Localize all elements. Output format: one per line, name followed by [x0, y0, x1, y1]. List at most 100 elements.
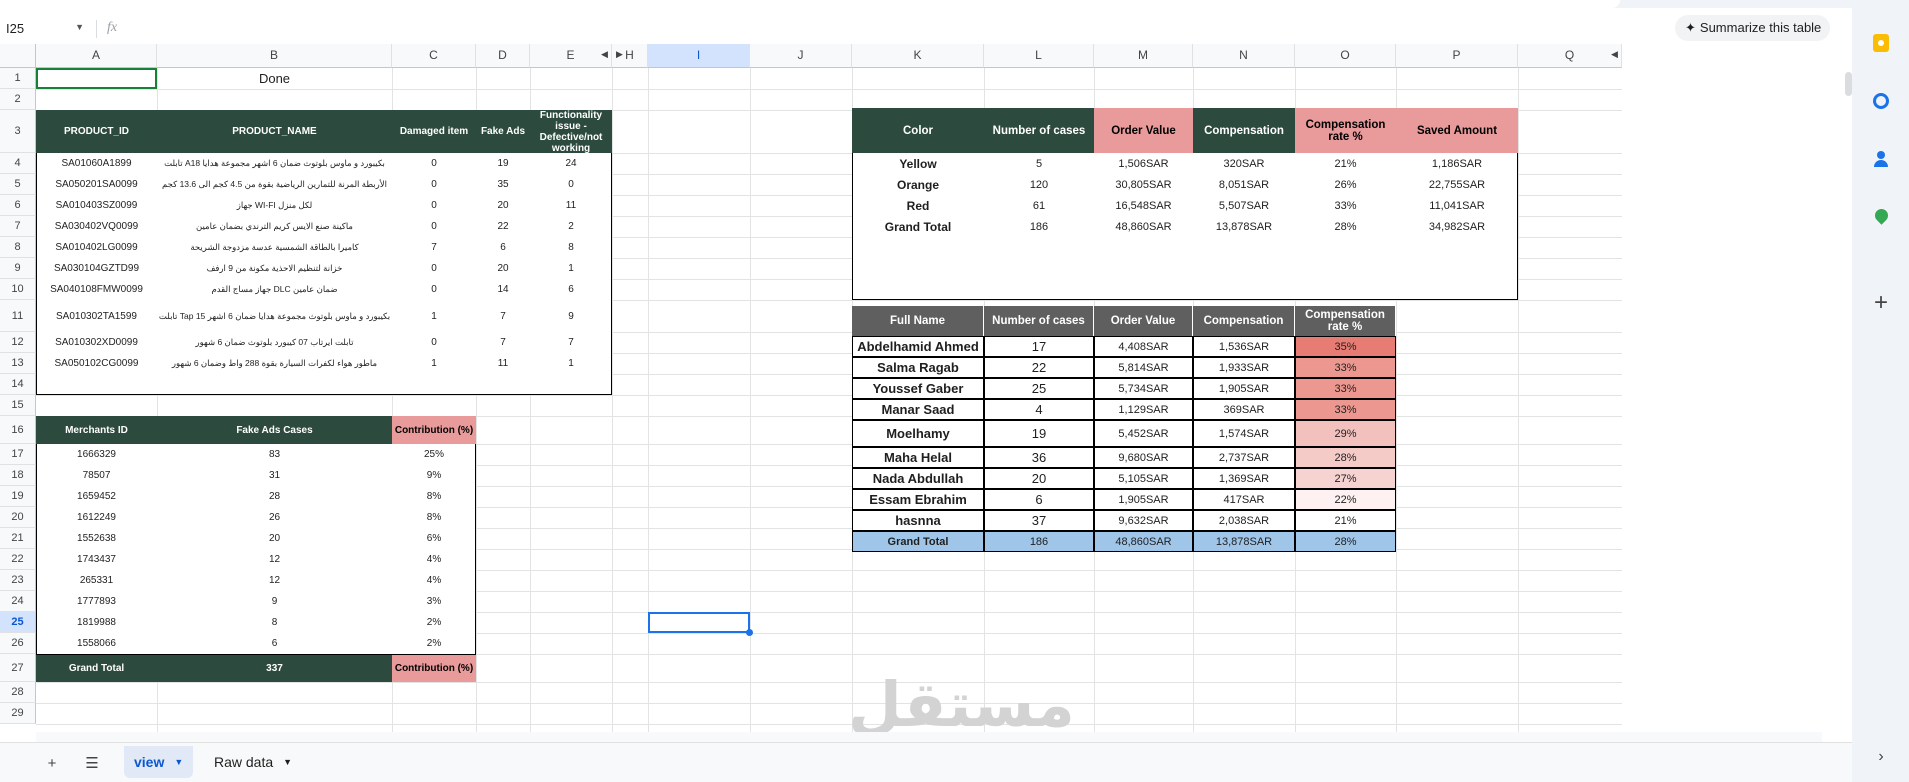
- merchants-cell[interactable]: 6%: [392, 528, 476, 549]
- products-cell[interactable]: SA030402VQ0099: [36, 216, 157, 237]
- row-header-28[interactable]: 28: [0, 682, 36, 703]
- names-cell[interactable]: 5,105SAR: [1094, 468, 1193, 489]
- merchants-cell[interactable]: 31: [157, 465, 392, 486]
- names-cell[interactable]: 33%: [1295, 357, 1396, 378]
- chevron-down-icon[interactable]: ▼: [174, 757, 183, 767]
- names-cell[interactable]: 27%: [1295, 468, 1396, 489]
- cell-b1[interactable]: Done: [157, 68, 392, 89]
- products-cell[interactable]: 14: [476, 279, 530, 300]
- chevron-down-icon[interactable]: ▼: [283, 757, 292, 767]
- vertical-scroll-thumb[interactable]: [1845, 72, 1852, 96]
- names-cell[interactable]: Abdelhamid Ahmed: [852, 336, 984, 357]
- add-icon[interactable]: +: [1870, 291, 1892, 315]
- color-cell[interactable]: 16,548SAR: [1094, 195, 1193, 216]
- names-cell[interactable]: 17: [984, 336, 1094, 357]
- merchants-cell[interactable]: 9: [157, 591, 392, 612]
- color-cell[interactable]: 120: [984, 174, 1094, 195]
- column-header-Q[interactable]: Q: [1518, 44, 1622, 68]
- merchants-cell[interactable]: 83: [157, 444, 392, 465]
- products-cell[interactable]: 6: [530, 279, 612, 300]
- names-cell[interactable]: Manar Saad: [852, 399, 984, 420]
- products-cell[interactable]: 35: [476, 174, 530, 195]
- column-header-I[interactable]: I: [648, 44, 750, 68]
- column-header-E[interactable]: E: [530, 44, 612, 68]
- column-header-O[interactable]: O: [1295, 44, 1396, 68]
- scroll-left-arrow[interactable]: ◀: [1611, 49, 1618, 60]
- products-cell[interactable]: 1: [530, 353, 612, 374]
- column-header-L[interactable]: L: [984, 44, 1094, 68]
- row-header-15[interactable]: 15: [0, 395, 36, 416]
- products-cell[interactable]: 1: [392, 300, 476, 332]
- color-cell[interactable]: 61: [984, 195, 1094, 216]
- row-header-5[interactable]: 5: [0, 174, 36, 195]
- names-cell[interactable]: 20: [984, 468, 1094, 489]
- products-cell[interactable]: 6: [476, 237, 530, 258]
- row-header-1[interactable]: 1: [0, 68, 36, 89]
- names-cell[interactable]: 4: [984, 399, 1094, 420]
- row-header-26[interactable]: 26: [0, 633, 36, 654]
- merchants-cell[interactable]: 1819988: [36, 612, 157, 633]
- products-cell[interactable]: 0: [392, 332, 476, 353]
- products-cell[interactable]: ماطور هواء لكفرات السيارة بقوة 288 واط و…: [157, 353, 392, 374]
- names-cell[interactable]: 19: [984, 420, 1094, 447]
- names-cell[interactable]: Essam Ebrahim: [852, 489, 984, 510]
- names-cell[interactable]: Maha Helal: [852, 447, 984, 468]
- row-header-9[interactable]: 9: [0, 258, 36, 279]
- merchants-cell[interactable]: 78507: [36, 465, 157, 486]
- contacts-icon[interactable]: [1870, 148, 1892, 170]
- row-header-23[interactable]: 23: [0, 570, 36, 591]
- merchants-cell[interactable]: 6: [157, 633, 392, 654]
- products-cell[interactable]: 7: [476, 332, 530, 353]
- products-cell[interactable]: 20: [476, 195, 530, 216]
- row-header-25[interactable]: 25: [0, 612, 36, 633]
- color-cell[interactable]: 48,860SAR: [1094, 216, 1193, 237]
- color-cell[interactable]: 5,507SAR: [1193, 195, 1295, 216]
- row-header-29[interactable]: 29: [0, 703, 36, 724]
- names-total-cell[interactable]: 28%: [1295, 531, 1396, 552]
- products-cell[interactable]: 7: [530, 332, 612, 353]
- row-header-17[interactable]: 17: [0, 444, 36, 465]
- names-cell[interactable]: 417SAR: [1193, 489, 1295, 510]
- merchants-cell[interactable]: 3%: [392, 591, 476, 612]
- names-cell[interactable]: 4,408SAR: [1094, 336, 1193, 357]
- row-header-8[interactable]: 8: [0, 237, 36, 258]
- color-cell[interactable]: 11,041SAR: [1396, 195, 1518, 216]
- hidden-cols-right-arrow[interactable]: ▶: [616, 49, 623, 60]
- products-cell[interactable]: 19: [476, 153, 530, 174]
- column-header-A[interactable]: A: [36, 44, 157, 68]
- products-cell[interactable]: SA030104GZTD99: [36, 258, 157, 279]
- merchants-cell[interactable]: 1558066: [36, 633, 157, 654]
- column-header-J[interactable]: J: [750, 44, 852, 68]
- products-cell[interactable]: الأربطة المرنة للتمارين الرياضية بقوة من…: [157, 174, 392, 195]
- row-header-4[interactable]: 4: [0, 153, 36, 174]
- products-cell[interactable]: 1: [392, 353, 476, 374]
- products-cell[interactable]: جهاز WI-FI لكل منزل: [157, 195, 392, 216]
- row-header-2[interactable]: 2: [0, 89, 36, 110]
- products-cell[interactable]: 8: [530, 237, 612, 258]
- merchants-cell[interactable]: 8%: [392, 486, 476, 507]
- products-cell[interactable]: جهاز مساج القدم DLC ضمان عامين: [157, 279, 392, 300]
- names-cell[interactable]: 1,129SAR: [1094, 399, 1193, 420]
- products-cell[interactable]: 0: [392, 279, 476, 300]
- products-cell[interactable]: 11: [530, 195, 612, 216]
- names-cell[interactable]: 9,632SAR: [1094, 510, 1193, 531]
- tasks-icon[interactable]: [1870, 90, 1892, 112]
- names-cell[interactable]: 29%: [1295, 420, 1396, 447]
- row-header-11[interactable]: 11: [0, 300, 36, 332]
- color-cell[interactable]: 21%: [1295, 153, 1396, 174]
- merchants-cell[interactable]: 1659452: [36, 486, 157, 507]
- products-cell[interactable]: 11: [476, 353, 530, 374]
- active-cell-outline[interactable]: [648, 612, 750, 633]
- products-cell[interactable]: 2: [530, 216, 612, 237]
- color-cell[interactable]: 34,982SAR: [1396, 216, 1518, 237]
- color-cell[interactable]: 30,805SAR: [1094, 174, 1193, 195]
- names-cell[interactable]: 1,536SAR: [1193, 336, 1295, 357]
- chevron-down-icon[interactable]: ▼: [75, 22, 84, 32]
- color-cell[interactable]: Grand Total: [852, 216, 984, 237]
- add-sheet-icon[interactable]: +: [38, 749, 66, 777]
- names-cell[interactable]: 9,680SAR: [1094, 447, 1193, 468]
- products-cell[interactable]: 0: [392, 174, 476, 195]
- horizontal-scrollbar[interactable]: [36, 732, 1822, 742]
- products-cell[interactable]: 0: [392, 258, 476, 279]
- names-cell[interactable]: 2,737SAR: [1193, 447, 1295, 468]
